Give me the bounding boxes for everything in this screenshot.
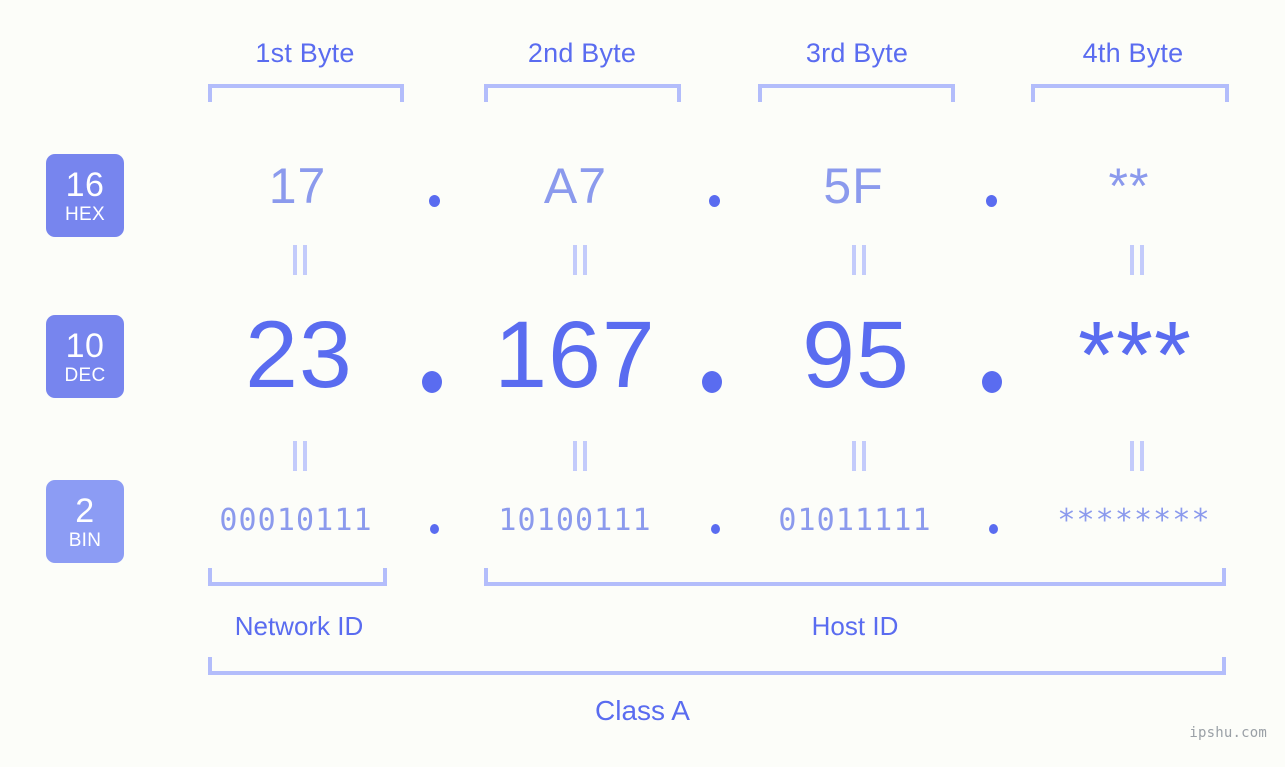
network-id-label: Network ID xyxy=(234,611,364,641)
hex-byte-1: 17 xyxy=(268,158,327,214)
bin-byte-3: 01011111 xyxy=(778,503,932,538)
host-id-label: Host ID xyxy=(811,611,899,641)
dec-separator-2 xyxy=(702,371,722,393)
bin-byte-1: 00010111 xyxy=(219,503,373,538)
byte-bracket-1 xyxy=(208,84,404,102)
byte-header-4: 4th Byte xyxy=(1082,38,1184,68)
bin-byte-2: 10100111 xyxy=(498,503,652,538)
equality-mark-hex-dec-3 xyxy=(851,245,867,275)
bin-separator-3 xyxy=(989,524,998,534)
base-badge-bin-name: BIN xyxy=(68,529,102,551)
class-label: Class A xyxy=(595,695,690,726)
class-bracket xyxy=(208,657,1226,675)
dec-byte-2: 167 xyxy=(494,302,656,408)
bin-separator-2 xyxy=(711,524,720,534)
equality-mark-dec-bin-1 xyxy=(292,441,308,471)
byte-bracket-2 xyxy=(484,84,681,102)
hex-byte-2: A7 xyxy=(543,158,608,214)
dec-byte-3: 95 xyxy=(802,302,910,408)
equality-mark-dec-bin-3 xyxy=(851,441,867,471)
base-badge-hex-name: HEX xyxy=(65,203,105,225)
equality-mark-dec-bin-2 xyxy=(572,441,588,471)
hex-separator-3 xyxy=(986,195,997,207)
equality-mark-hex-dec-1 xyxy=(292,245,308,275)
base-badge-hex-number: 16 xyxy=(65,165,105,204)
bin-byte-4: ******** xyxy=(1057,503,1211,538)
equality-mark-hex-dec-2 xyxy=(572,245,588,275)
base-badge-dec: 10 DEC xyxy=(46,315,124,398)
base-badge-bin-number: 2 xyxy=(75,491,95,530)
byte-header-3: 3rd Byte xyxy=(805,38,909,68)
base-badge-dec-name: DEC xyxy=(64,364,106,386)
hex-separator-2 xyxy=(709,195,720,207)
host-id-bracket xyxy=(484,568,1226,586)
equality-mark-hex-dec-4 xyxy=(1129,245,1145,275)
byte-header-1: 1st Byte xyxy=(255,38,355,68)
network-id-bracket xyxy=(208,568,387,586)
hex-separator-1 xyxy=(429,195,440,207)
base-badge-dec-number: 10 xyxy=(65,326,105,365)
hex-byte-4: ** xyxy=(1108,158,1150,214)
ip-address-diagram: 1st Byte 2nd Byte 3rd Byte 4th Byte 16 H… xyxy=(0,0,1285,767)
byte-bracket-4 xyxy=(1031,84,1229,102)
bin-separator-1 xyxy=(430,524,439,534)
dec-byte-1: 23 xyxy=(245,302,353,408)
hex-byte-3: 5F xyxy=(823,158,884,214)
dec-separator-3 xyxy=(982,371,1002,393)
base-badge-bin: 2 BIN xyxy=(46,480,124,563)
byte-header-2: 2nd Byte xyxy=(527,38,637,68)
dec-separator-1 xyxy=(422,371,442,393)
equality-mark-dec-bin-4 xyxy=(1129,441,1145,471)
dec-byte-4: *** xyxy=(1078,302,1192,408)
byte-bracket-3 xyxy=(758,84,955,102)
base-badge-hex: 16 HEX xyxy=(46,154,124,237)
site-watermark: ipshu.com xyxy=(1189,725,1267,741)
